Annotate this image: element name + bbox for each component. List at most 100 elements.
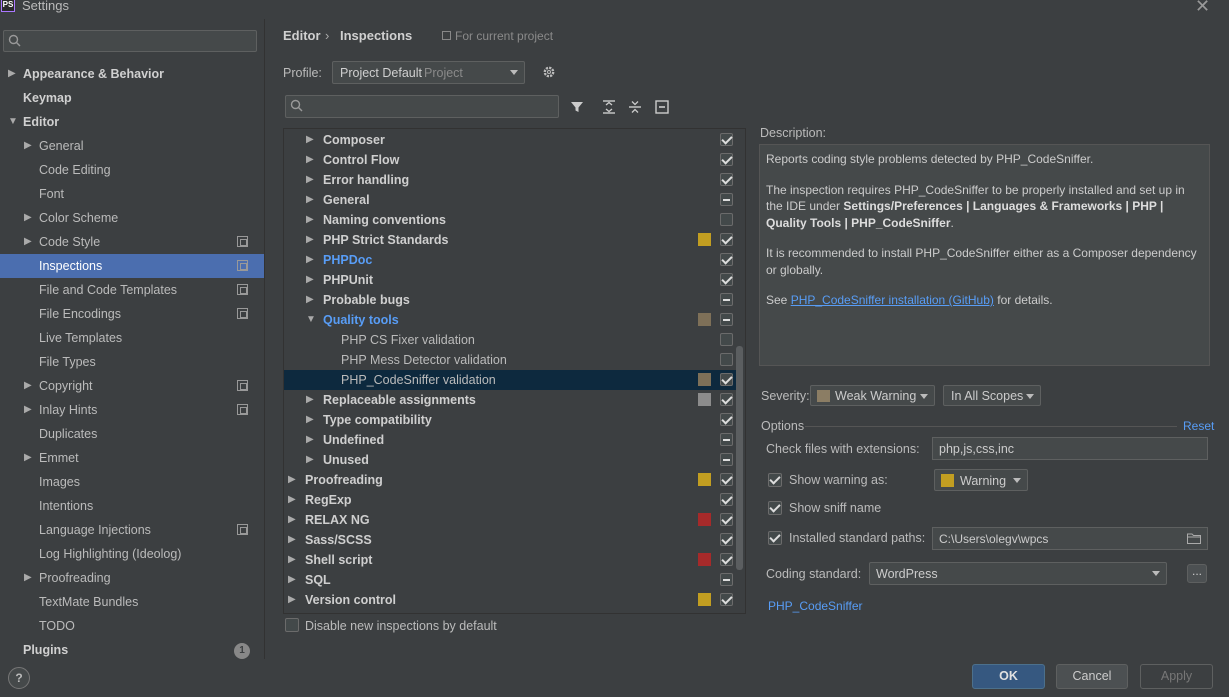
inspection-row[interactable]: PHP_CodeSniffer validation [284,370,736,390]
browse-button[interactable]: ... [1187,564,1207,583]
chevron-right-icon[interactable]: ▶ [24,134,34,158]
inspection-checkbox[interactable] [720,233,733,246]
inspection-row[interactable]: ▶ Replaceable assignments [284,390,736,410]
chevron-right-icon[interactable]: ▶ [288,490,296,510]
chevron-right-icon[interactable]: ▶ [288,570,296,590]
inspection-row[interactable]: ▶ Unused [284,450,736,470]
apply-button[interactable]: Apply [1140,664,1213,689]
chevron-right-icon[interactable]: ▶ [306,190,314,210]
gear-icon[interactable] [541,64,557,80]
chevron-right-icon[interactable]: ▶ [306,390,314,410]
inspection-checkbox[interactable] [720,453,733,466]
inspection-row[interactable]: ▶ PHPDoc [284,250,736,270]
inspection-row[interactable]: ▶ SQL [284,570,736,590]
chevron-down-icon[interactable]: ▼ [306,310,316,330]
inspection-checkbox[interactable] [720,533,733,546]
chevron-right-icon[interactable]: ▶ [288,510,296,530]
inspection-row[interactable]: ▶ Composer [284,130,736,150]
show-warning-checkbox[interactable] [768,473,782,487]
chevron-right-icon[interactable]: ▶ [24,398,34,422]
installed-paths-input[interactable]: C:\Users\olegv\wpcs [932,527,1208,550]
ok-button[interactable]: OK [972,664,1045,689]
inspection-checkbox[interactable] [720,293,733,306]
chevron-right-icon[interactable]: ▶ [24,230,34,254]
chevron-right-icon[interactable]: ▶ [306,290,314,310]
folder-icon[interactable] [1187,533,1201,544]
inspection-checkbox[interactable] [720,273,733,286]
sidebar-item[interactable]: Plugins [0,638,264,659]
inspection-row[interactable]: ▼ Quality tools [284,310,736,330]
show-sniff-name-checkbox[interactable] [768,501,782,515]
inspection-checkbox[interactable] [720,413,733,426]
scope-select[interactable]: In All Scopes [943,385,1041,406]
inspection-checkbox[interactable] [720,173,733,186]
inspection-checkbox[interactable] [720,253,733,266]
inspection-row[interactable]: ▶ Version control [284,590,736,610]
inspection-row[interactable]: ▶ General [284,190,736,210]
sidebar-item[interactable]: File Encodings [0,302,264,326]
sidebar-item[interactable]: TextMate Bundles [0,590,264,614]
cancel-button[interactable]: Cancel [1056,664,1128,689]
inspection-checkbox[interactable] [720,553,733,566]
help-button[interactable]: ? [8,667,30,689]
reset-to-default-icon[interactable] [654,99,670,115]
chevron-right-icon[interactable]: ▶ [8,62,18,86]
inspection-row[interactable]: ▶ PHP Strict Standards [284,230,736,250]
chevron-right-icon[interactable]: ▶ [288,530,296,550]
inspection-checkbox[interactable] [720,133,733,146]
inspection-checkbox[interactable] [720,193,733,206]
chevron-right-icon[interactable]: ▶ [306,410,314,430]
inspection-row[interactable]: ▶ Type compatibility [284,410,736,430]
sidebar-item[interactable]: Images [0,470,264,494]
sidebar-item[interactable]: ▶ Proofreading [0,566,264,590]
severity-select[interactable]: Weak Warning [810,385,935,406]
chevron-right-icon[interactable]: ▶ [306,430,314,450]
inspections-search-input[interactable] [285,95,559,118]
sidebar-item[interactable]: ▶ Copyright [0,374,264,398]
inspection-row[interactable]: ▶ Error handling [284,170,736,190]
chevron-right-icon[interactable]: ▶ [24,566,34,590]
inspection-checkbox[interactable] [720,213,733,226]
inspection-row[interactable]: ▶ Naming conventions [284,210,736,230]
chevron-right-icon[interactable]: ▶ [288,550,296,570]
sidebar-item[interactable]: ▼ Editor [0,110,264,134]
chevron-right-icon[interactable]: ▶ [288,470,296,490]
sidebar-item[interactable]: Language Injections [0,518,264,542]
sidebar-item[interactable]: ▶ General [0,134,264,158]
installed-paths-checkbox[interactable] [768,531,782,545]
chevron-right-icon[interactable]: ▶ [306,270,314,290]
warning-level-select[interactable]: Warning [934,469,1028,491]
inspection-checkbox[interactable] [720,513,733,526]
inspection-row[interactable]: PHP CS Fixer validation [284,330,736,350]
profile-select[interactable]: Project Default Project [332,61,525,84]
inspections-scrollbar[interactable] [736,346,743,570]
sidebar-item[interactable]: ▶ Inlay Hints [0,398,264,422]
installation-link[interactable]: PHP_CodeSniffer installation (GitHub) [791,293,994,307]
inspection-checkbox[interactable] [720,333,733,346]
inspection-checkbox[interactable] [720,593,733,606]
inspection-checkbox[interactable] [720,573,733,586]
chevron-right-icon[interactable]: ▶ [306,450,314,470]
sidebar-item[interactable]: ▶ Appearance & Behavior [0,62,264,86]
inspection-row[interactable]: ▶ RegExp [284,490,736,510]
collapse-all-icon[interactable] [627,99,643,115]
sidebar-item[interactable]: Font [0,182,264,206]
close-icon[interactable]: ✕ [1195,0,1210,17]
inspection-checkbox[interactable] [720,153,733,166]
chevron-right-icon[interactable]: ▶ [306,250,314,270]
inspection-row[interactable]: ▶ RELAX NG [284,510,736,530]
chevron-down-icon[interactable]: ▼ [8,110,18,134]
inspection-checkbox[interactable] [720,473,733,486]
sidebar-item[interactable]: ▶ Code Style [0,230,264,254]
reset-link[interactable]: Reset [1183,419,1214,433]
chevron-right-icon[interactable]: ▶ [24,446,34,470]
codesniffer-settings-link[interactable]: PHP_CodeSniffer [768,599,863,613]
chevron-right-icon[interactable]: ▶ [288,590,296,610]
inspection-checkbox[interactable] [720,373,733,386]
sidebar-item[interactable]: ▶ Emmet [0,446,264,470]
inspection-row[interactable]: ▶ Proofreading [284,470,736,490]
sidebar-item[interactable]: TODO [0,614,264,638]
chevron-right-icon[interactable]: ▶ [24,374,34,398]
expand-all-icon[interactable] [601,99,617,115]
inspection-checkbox[interactable] [720,433,733,446]
